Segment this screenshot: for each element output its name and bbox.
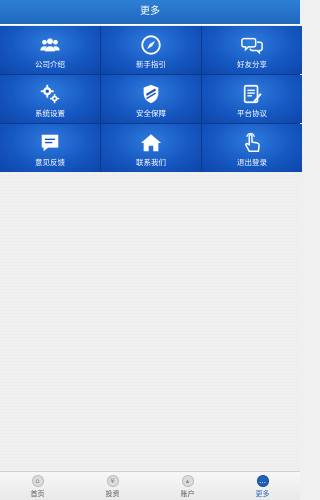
money-tab-icon: ¥ bbox=[106, 475, 119, 487]
menu-contact-us[interactable]: 联系我们 bbox=[101, 124, 201, 172]
menu-security[interactable]: 安全保障 bbox=[101, 75, 201, 123]
menu-label: 退出登录 bbox=[237, 158, 267, 167]
more-tab-icon: … bbox=[256, 475, 269, 487]
tab-label: 投资 bbox=[105, 490, 120, 498]
page-title: 更多 bbox=[0, 0, 300, 25]
hand-pointer-icon bbox=[241, 132, 263, 154]
tab-label: 更多 bbox=[255, 490, 270, 498]
menu-label: 联系我们 bbox=[136, 158, 166, 167]
gears-icon bbox=[39, 83, 61, 105]
menu-label: 新手指引 bbox=[136, 60, 166, 69]
user-tab-icon: ▴ bbox=[181, 475, 194, 487]
menu-grid: 公司介绍 新手指引 好友分享 系统设置 安全保障 平台协议 意见反馈 联系我们 … bbox=[0, 26, 302, 172]
menu-company-intro[interactable]: 公司介绍 bbox=[0, 26, 100, 74]
tab-more[interactable]: … 更多 bbox=[225, 472, 300, 500]
menu-system-settings[interactable]: 系统设置 bbox=[0, 75, 100, 123]
menu-label: 系统设置 bbox=[35, 109, 65, 118]
menu-label: 公司介绍 bbox=[35, 60, 65, 69]
tab-label: 首页 bbox=[30, 490, 45, 498]
menu-feedback[interactable]: 意见反馈 bbox=[0, 124, 100, 172]
home-icon bbox=[140, 132, 162, 154]
chat-bubbles-icon bbox=[241, 34, 263, 56]
menu-label: 意见反馈 bbox=[35, 158, 65, 167]
menu-label: 好友分享 bbox=[237, 60, 267, 69]
tab-label: 账户 bbox=[180, 490, 195, 498]
shield-icon bbox=[140, 83, 162, 105]
compass-icon bbox=[140, 34, 162, 56]
menu-beginner-guide[interactable]: 新手指引 bbox=[101, 26, 201, 74]
menu-label: 安全保障 bbox=[136, 109, 166, 118]
bottom-tab-bar: ⌂ 首页 ¥ 投资 ▴ 账户 … 更多 bbox=[0, 471, 300, 500]
more-screen: 更多 公司介绍 新手指引 好友分享 系统设置 安全保障 平台协议 意见反馈 联系… bbox=[0, 0, 302, 500]
menu-label: 平台协议 bbox=[237, 109, 267, 118]
tab-account[interactable]: ▴ 账户 bbox=[150, 472, 225, 500]
group-icon bbox=[39, 34, 61, 56]
tab-home[interactable]: ⌂ 首页 bbox=[0, 472, 75, 500]
menu-logout[interactable]: 退出登录 bbox=[202, 124, 302, 172]
tab-invest[interactable]: ¥ 投资 bbox=[75, 472, 150, 500]
home-tab-icon: ⌂ bbox=[31, 475, 44, 487]
document-icon bbox=[241, 83, 263, 105]
menu-share-friends[interactable]: 好友分享 bbox=[202, 26, 302, 74]
menu-platform-agreement[interactable]: 平台协议 bbox=[202, 75, 302, 123]
feedback-icon bbox=[39, 132, 61, 154]
